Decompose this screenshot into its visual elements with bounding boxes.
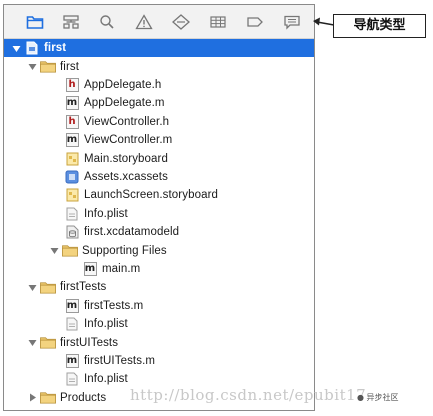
file-label: LaunchScreen.storyboard	[84, 189, 218, 202]
tree-row-project[interactable]: first	[4, 39, 314, 58]
group-label: first	[60, 60, 80, 73]
tree-row-group-first-tests[interactable]: firstTests	[4, 278, 314, 296]
tree-row-group-supporting-files[interactable]: Supporting Files	[4, 241, 314, 259]
folder-icon	[40, 60, 56, 74]
implementation-file-icon: m	[65, 96, 79, 111]
file-label: Info.plist	[84, 318, 128, 331]
navigator-toolbar	[4, 5, 314, 39]
folder-icon	[40, 391, 56, 405]
list-grid-icon[interactable]	[209, 14, 227, 30]
implementation-file-icon: m	[83, 261, 97, 276]
file-label: Main.storyboard	[84, 152, 168, 165]
tree-row-file[interactable]: LaunchScreen.storyboard	[4, 186, 314, 204]
header-file-icon: h	[64, 77, 80, 92]
file-label: Info.plist	[84, 373, 128, 386]
file-label: firstTests.m	[84, 299, 144, 312]
implementation-file-icon: m	[65, 133, 79, 148]
datamodel-file-icon	[64, 225, 80, 239]
file-label: ViewController.h	[84, 115, 170, 128]
file-label: Assets.xcassets	[84, 170, 168, 183]
speech-bubble-icon[interactable]	[283, 14, 301, 30]
warning-triangle-icon[interactable]	[135, 14, 153, 30]
disclosure-right-icon[interactable]	[26, 392, 38, 404]
project-name: first	[44, 42, 67, 55]
tree-row-file[interactable]: h ViewController.h	[4, 113, 314, 131]
group-label: firstTests	[60, 281, 107, 294]
header-file-icon: h	[64, 114, 80, 129]
group-label: Supporting Files	[82, 244, 167, 257]
project-navigator-panel: first first h AppDelegate.h m AppDelegat…	[3, 4, 315, 411]
tree-row-file[interactable]: m firstUITests.m	[4, 352, 314, 370]
tree-row-file[interactable]: Info.plist	[4, 370, 314, 388]
publisher-logo: ● 异步社区	[357, 393, 399, 402]
tree-row-file[interactable]: m firstTests.m	[4, 297, 314, 315]
group-label: Products	[60, 391, 107, 404]
tree-row-file[interactable]: Info.plist	[4, 205, 314, 223]
file-label: AppDelegate.m	[84, 97, 165, 110]
disclosure-down-icon[interactable]	[10, 42, 22, 54]
tree-row-file[interactable]: m ViewController.m	[4, 131, 314, 149]
tree-row-file[interactable]: Info.plist	[4, 315, 314, 333]
file-label: Info.plist	[84, 207, 128, 220]
storyboard-file-icon	[64, 188, 80, 202]
plist-file-icon	[64, 317, 80, 331]
folder-icon	[40, 336, 56, 350]
tree-row-group-first[interactable]: first	[4, 57, 314, 75]
storyboard-file-icon	[64, 152, 80, 166]
disclosure-down-icon[interactable]	[26, 61, 38, 73]
tree-row-group-first-ui-tests[interactable]: firstUITests	[4, 333, 314, 351]
navigator-type-callout: 导航类型	[333, 14, 426, 38]
diamond-icon[interactable]	[172, 14, 190, 30]
file-label: main.m	[102, 262, 141, 275]
assets-catalog-icon	[64, 170, 80, 184]
folder-icon	[62, 244, 78, 258]
plist-file-icon	[64, 372, 80, 386]
tree-row-file[interactable]: m AppDelegate.m	[4, 94, 314, 112]
file-label: AppDelegate.h	[84, 78, 162, 91]
disclosure-down-icon[interactable]	[26, 337, 38, 349]
implementation-file-icon: m	[65, 353, 79, 368]
tree-row-file[interactable]: Main.storyboard	[4, 149, 314, 167]
hierarchy-icon[interactable]	[62, 14, 80, 30]
file-label: firstUITests.m	[84, 354, 156, 367]
file-label: ViewController.m	[84, 134, 173, 147]
folder-icon	[40, 280, 56, 294]
folder-icon[interactable]	[26, 14, 44, 30]
file-label: first.xcdatamodeld	[84, 226, 180, 239]
tree-row-file[interactable]: first.xcdatamodeld	[4, 223, 314, 241]
tree-row-file[interactable]: Assets.xcassets	[4, 168, 314, 186]
disclosure-down-icon[interactable]	[26, 281, 38, 293]
tree-row-file[interactable]: m main.m	[4, 260, 314, 278]
disclosure-down-icon[interactable]	[48, 245, 60, 257]
magnifier-icon[interactable]	[98, 14, 116, 30]
group-label: firstUITests	[60, 336, 119, 349]
tag-arrow-icon[interactable]	[246, 14, 264, 30]
implementation-file-icon: m	[65, 298, 79, 313]
project-file-icon	[24, 41, 40, 55]
plist-file-icon	[64, 207, 80, 221]
tree-row-file[interactable]: h AppDelegate.h	[4, 76, 314, 94]
tree-row-group-products[interactable]: Products	[4, 389, 314, 407]
